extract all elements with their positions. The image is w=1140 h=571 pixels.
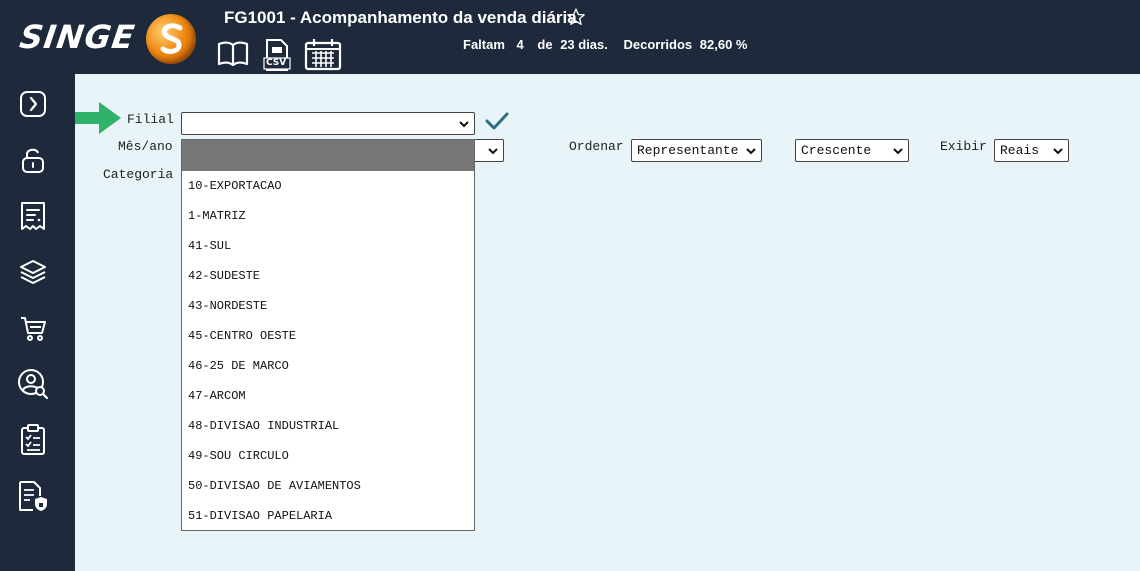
logo-icon xyxy=(146,14,196,64)
chevron-down-icon xyxy=(488,148,498,155)
dropdown-option[interactable]: 10-EXPORTACAO xyxy=(182,171,474,201)
de-label: de xyxy=(537,37,553,52)
cart-icon xyxy=(21,317,46,341)
clipboard-list-icon xyxy=(21,424,45,455)
chevron-down-icon xyxy=(459,121,469,128)
filial-label: Filial xyxy=(127,112,174,127)
sidebar-item-checklist[interactable] xyxy=(17,424,49,456)
sidebar-item-cart[interactable] xyxy=(17,312,49,344)
ordenar-select-value: Representante xyxy=(637,143,739,158)
calendar-icon[interactable] xyxy=(304,38,342,71)
dropdown-option[interactable]: 51-DIVISAO PAPELARIA xyxy=(182,501,474,531)
filial-dropdown-list: 10-EXPORTACAO 1-MATRIZ 41-SUL 42-SUDESTE… xyxy=(181,139,475,531)
filial-select[interactable] xyxy=(181,112,475,135)
sidebar-item-expand[interactable] xyxy=(17,88,49,120)
csv-label: CSV xyxy=(266,58,287,68)
faltam-label: Faltam xyxy=(463,37,505,52)
dropdown-option[interactable]: 47-ARCOM xyxy=(182,381,474,411)
sidebar-item-receipt[interactable] xyxy=(17,200,49,232)
faltam-value: 4 xyxy=(516,37,524,52)
decorridos-value: 82,60 % xyxy=(699,37,748,52)
receipt-icon xyxy=(21,202,45,230)
dropdown-option[interactable]: 49-SOU CIRCULO xyxy=(182,441,474,471)
book-icon[interactable] xyxy=(216,38,250,70)
dropdown-option[interactable]: 46-25 DE MARCO xyxy=(182,351,474,381)
exibir-select[interactable]: Reais xyxy=(994,139,1069,162)
ordenar-label: Ordenar xyxy=(569,139,624,154)
sidebar-item-secure-document[interactable] xyxy=(17,480,49,512)
days-total: 23 dias. xyxy=(560,37,608,52)
dropdown-option[interactable]: 1-MATRIZ xyxy=(182,201,474,231)
mes-ano-label: Mês/ano xyxy=(118,139,173,154)
unlock-icon xyxy=(22,148,44,173)
chevron-down-icon xyxy=(893,148,903,155)
dropdown-option[interactable]: 45-CENTRO OESTE xyxy=(182,321,474,351)
chevron-down-icon xyxy=(746,148,756,155)
secure-document-icon xyxy=(19,481,47,511)
sidebar-item-layers[interactable] xyxy=(17,256,49,288)
layers-icon xyxy=(20,260,46,284)
dropdown-option[interactable]: 41-SUL xyxy=(182,231,474,261)
chevron-down-icon xyxy=(1053,148,1063,155)
sort-direction-select[interactable]: Crescente xyxy=(795,139,909,162)
pointer-arrow-icon xyxy=(75,102,121,134)
confirm-check-icon[interactable] xyxy=(485,112,509,130)
exibir-label: Exibir xyxy=(940,139,987,154)
days-status: Faltam 4 de 23 dias. Decorridos 82,60 % xyxy=(463,37,751,52)
sidebar xyxy=(0,74,75,571)
sidebar-item-user-search[interactable] xyxy=(17,368,49,400)
sort-direction-value: Crescente xyxy=(801,143,872,158)
page-title: FG1001 - Acompanhamento da venda diária xyxy=(224,8,577,27)
top-header: SINGE FG1001 - Acompanhamento da venda d… xyxy=(0,0,1140,74)
expand-arrow-icon xyxy=(20,91,46,117)
exibir-select-value: Reais xyxy=(1000,143,1040,158)
categoria-label: Categoria xyxy=(103,167,174,182)
dropdown-option[interactable]: 42-SUDESTE xyxy=(182,261,474,291)
favorite-star-icon[interactable] xyxy=(566,7,586,27)
dropdown-option[interactable]: 50-DIVISAO DE AVIAMENTOS xyxy=(182,471,474,501)
ordenar-select[interactable]: Representante xyxy=(631,139,762,162)
user-search-icon xyxy=(18,369,49,400)
dropdown-option[interactable]: 48-DIVISAO INDUSTRIAL xyxy=(182,411,474,441)
dropdown-option[interactable]: 43-NORDESTE xyxy=(182,291,474,321)
dropdown-option-blank[interactable] xyxy=(182,140,474,171)
logo-text: SINGE xyxy=(17,18,138,56)
csv-export-icon[interactable]: CSV xyxy=(263,38,291,72)
sidebar-item-unlock[interactable] xyxy=(17,144,49,176)
decorridos-label: Decorridos xyxy=(623,37,693,52)
